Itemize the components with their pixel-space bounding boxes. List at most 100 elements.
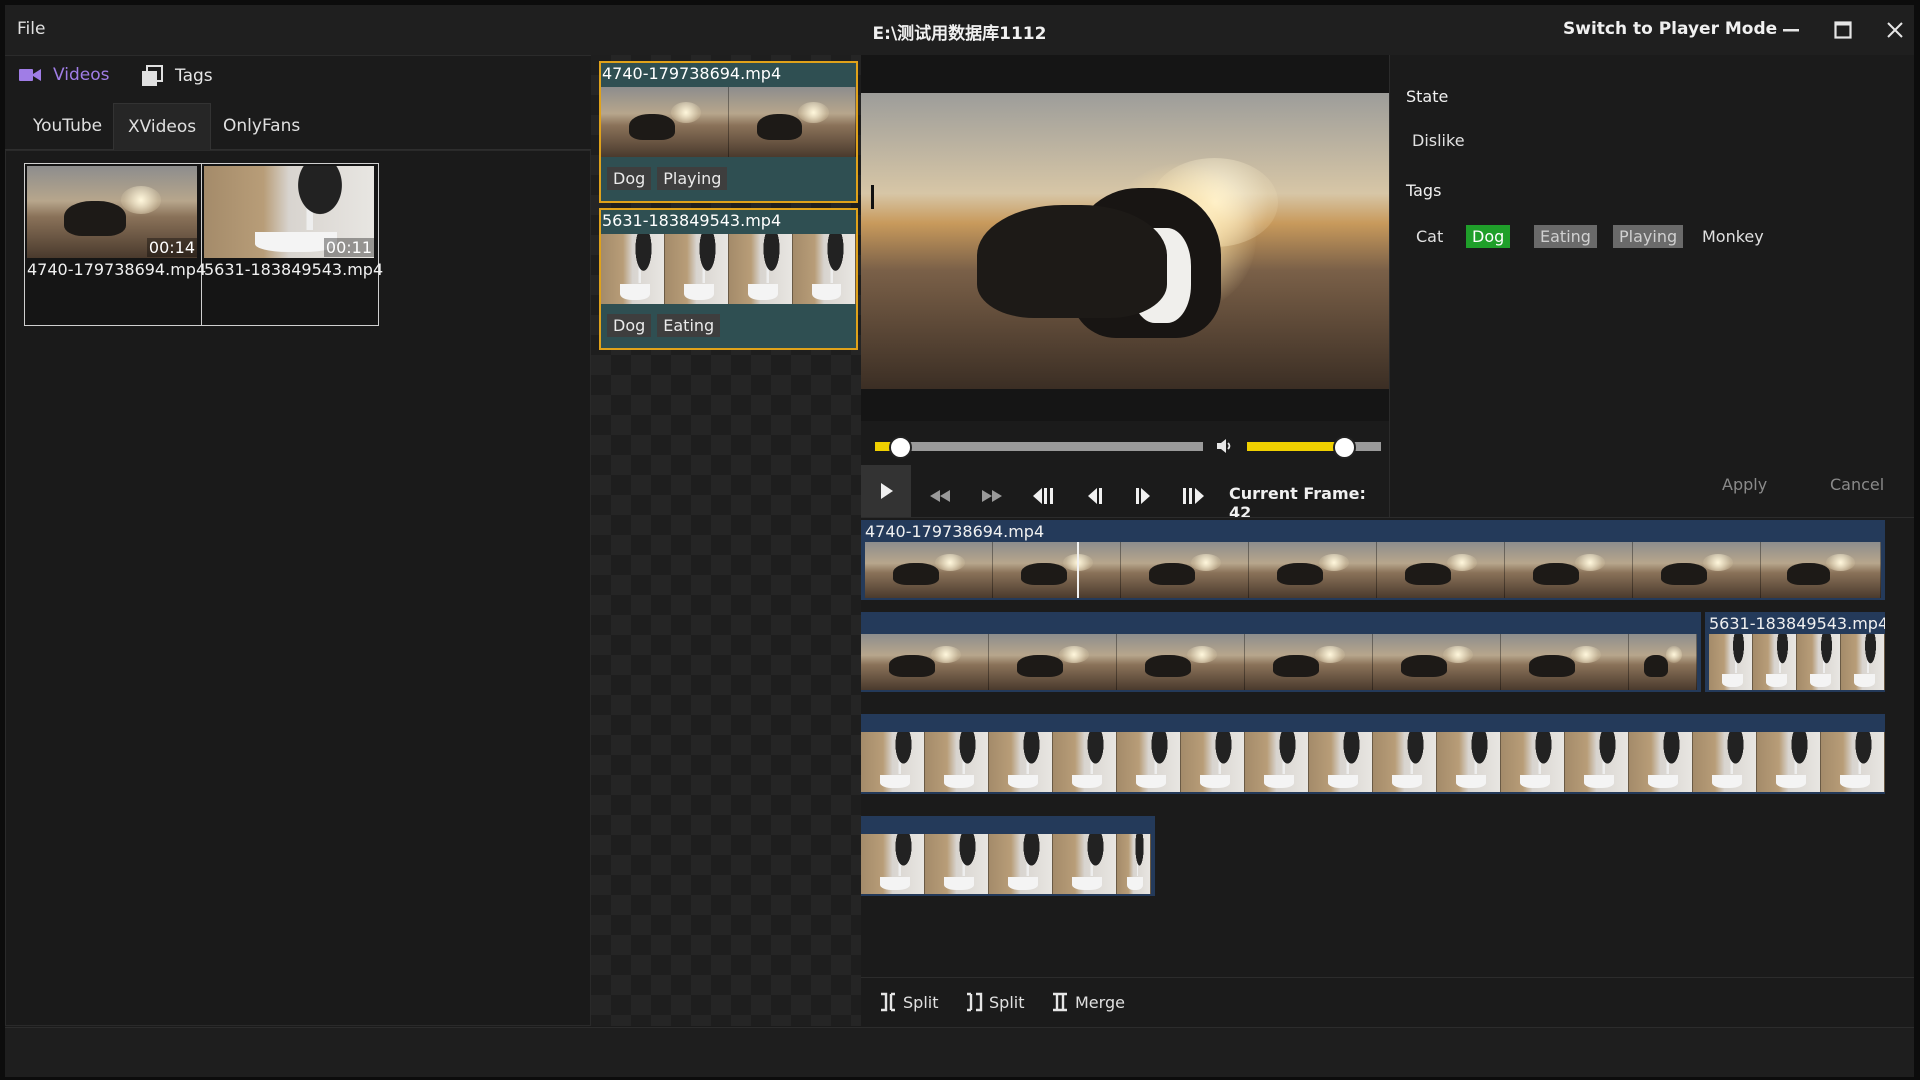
clip-tag[interactable]: Eating xyxy=(657,314,721,337)
track-frames xyxy=(861,732,1885,792)
play-icon xyxy=(881,483,893,499)
video-grid-panel: 00:14 4740-179738694.mp4 00:11 5631-1838… xyxy=(5,150,591,1026)
clip-preview xyxy=(601,234,856,304)
split-start-label: Split xyxy=(903,992,939,1012)
split-right-icon xyxy=(967,992,983,1012)
subtab-xvideos[interactable]: XVideos xyxy=(113,103,212,150)
minimize-icon xyxy=(1783,29,1799,32)
jump-back-button[interactable] xyxy=(1029,481,1059,511)
apply-button[interactable]: Apply xyxy=(1722,475,1767,494)
rewind-button[interactable] xyxy=(925,481,955,511)
clip-tag[interactable]: Playing xyxy=(657,167,728,190)
clip-filename: 4740-179738694.mp4 xyxy=(602,64,782,83)
track-clip-name: 5631-183849543.mp4 xyxy=(1709,614,1885,633)
video-duration: 00:11 xyxy=(323,238,374,257)
split-left-icon xyxy=(881,992,895,1012)
tab-videos[interactable]: Videos xyxy=(19,65,110,85)
video-filename: 5631-183849543.mp4 xyxy=(204,260,384,279)
maximize-icon xyxy=(1834,21,1852,39)
clip-card[interactable]: 5631-183849543.mp4 Dog Eating xyxy=(599,208,858,350)
clip-tags: Dog Playing xyxy=(607,167,728,190)
close-button[interactable] xyxy=(1875,15,1914,45)
state-label: State xyxy=(1406,87,1449,106)
video-frame[interactable] xyxy=(861,93,1389,389)
split-end-button[interactable]: Split xyxy=(965,992,1024,1012)
status-bar xyxy=(5,1027,1914,1077)
step-back-icon xyxy=(1088,488,1102,504)
app-window: File E:\测试用数据库1112 Switch to Player Mode… xyxy=(5,5,1914,1077)
timeline-toolbar: Split Split Merge xyxy=(861,977,1914,1028)
merge-icon xyxy=(1053,992,1067,1012)
properties-panel: State Dislike Tags Cat Dog Eating Playin… xyxy=(1389,55,1914,521)
clip-tag[interactable]: Dog xyxy=(607,314,652,337)
source-subtabs: YouTube XVideos OnlyFans xyxy=(5,103,591,150)
video-card[interactable]: 00:14 4740-179738694.mp4 xyxy=(25,164,206,325)
player-controls: Current Frame: 42 xyxy=(861,421,1389,522)
title-bar: File E:\测试用数据库1112 Switch to Player Mode xyxy=(5,5,1914,56)
tab-videos-label: Videos xyxy=(53,65,110,85)
step-back-button[interactable] xyxy=(1079,481,1109,511)
video-card[interactable]: 00:11 5631-183849543.mp4 xyxy=(202,164,383,325)
volume-slider[interactable] xyxy=(1247,436,1381,459)
track-clip-name: 4740-179738694.mp4 xyxy=(865,522,1045,541)
split-end-label: Split xyxy=(989,992,1025,1012)
track-frames xyxy=(1709,634,1885,690)
clip-tags: Dog Eating xyxy=(607,314,721,337)
playhead[interactable] xyxy=(1077,542,1079,598)
timeline-track[interactable] xyxy=(861,714,1885,794)
cancel-button[interactable]: Cancel xyxy=(1830,475,1884,494)
library-tabs: Videos Tags xyxy=(5,55,591,103)
volume-handle[interactable] xyxy=(1333,436,1357,459)
tab-tags[interactable]: Tags xyxy=(141,65,213,87)
clip-preview xyxy=(601,87,856,157)
timeline: 4740-179738694.mp4 5631-183849543.mp4 xyxy=(861,517,1914,978)
subtab-onlyfans[interactable]: OnlyFans xyxy=(209,103,314,149)
skip-back-icon xyxy=(1033,488,1053,504)
tag-dog[interactable]: Dog xyxy=(1466,225,1511,248)
track-frames xyxy=(865,542,1881,598)
volume-icon xyxy=(1217,439,1231,453)
fast-forward-icon xyxy=(982,490,1002,502)
volume-fill xyxy=(1247,442,1343,451)
timeline-track[interactable]: 4740-179738694.mp4 xyxy=(861,520,1885,600)
seek-handle[interactable] xyxy=(888,436,912,459)
split-start-button[interactable]: Split xyxy=(879,992,938,1012)
merge-button[interactable]: Merge xyxy=(1051,992,1125,1012)
play-button[interactable] xyxy=(861,465,911,517)
clip-card[interactable]: 4740-179738694.mp4 Dog Playing xyxy=(599,61,858,203)
clip-tag[interactable]: Dog xyxy=(607,167,652,190)
subtab-youtube[interactable]: YouTube xyxy=(19,103,116,149)
step-forward-icon xyxy=(1136,488,1150,504)
track-clip-segment[interactable]: 5631-183849543.mp4 xyxy=(1701,612,1885,692)
video-camera-icon xyxy=(19,69,41,81)
video-duration: 00:14 xyxy=(146,238,197,257)
tag-cat[interactable]: Cat xyxy=(1410,225,1449,248)
track-frames xyxy=(861,634,1697,690)
state-value[interactable]: Dislike xyxy=(1412,131,1465,150)
tags-label: Tags xyxy=(1406,181,1442,200)
video-filename: 4740-179738694.mp4 xyxy=(27,260,207,279)
skip-forward-icon xyxy=(1183,488,1204,504)
maximize-button[interactable] xyxy=(1823,15,1863,45)
rewind-icon xyxy=(930,490,950,502)
fast-forward-button[interactable] xyxy=(977,481,1007,511)
close-icon xyxy=(1887,22,1903,38)
tag-eating[interactable]: Eating xyxy=(1534,225,1597,248)
track-frames xyxy=(861,834,1151,894)
timeline-track[interactable] xyxy=(861,816,1155,896)
video-grid: 00:14 4740-179738694.mp4 00:11 5631-1838… xyxy=(24,163,383,326)
clip-filename: 5631-183849543.mp4 xyxy=(602,211,782,230)
tag-monkey[interactable]: Monkey xyxy=(1696,225,1770,248)
timeline-track[interactable]: 5631-183849543.mp4 xyxy=(861,612,1885,692)
jump-forward-button[interactable] xyxy=(1179,481,1209,511)
clip-list: 4740-179738694.mp4 Dog Playing 5631-1838… xyxy=(591,55,861,1026)
seek-bar[interactable] xyxy=(875,436,1203,459)
video-player xyxy=(861,55,1389,421)
tab-tags-label: Tags xyxy=(175,66,213,86)
step-forward-button[interactable] xyxy=(1129,481,1159,511)
merge-label: Merge xyxy=(1075,992,1125,1012)
minimize-button[interactable] xyxy=(1771,15,1811,45)
switch-to-player-mode-button[interactable]: Switch to Player Mode xyxy=(1563,19,1777,39)
volume-button[interactable] xyxy=(1215,436,1235,461)
tag-playing[interactable]: Playing xyxy=(1613,225,1684,248)
